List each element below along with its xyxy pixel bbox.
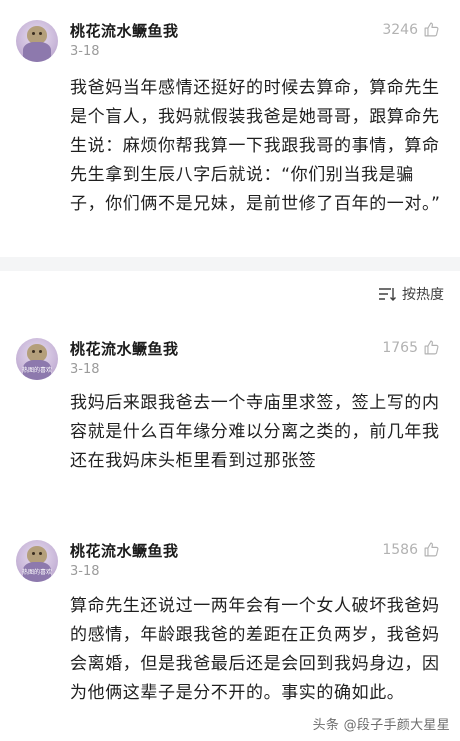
comment-item: 热图的喜欢 桃花流水鳜鱼我 3-18 1586 算命先生还说过一两年会有一个女人…	[0, 528, 460, 741]
like-count: 1586	[382, 541, 418, 558]
comment-date: 3-18	[70, 362, 100, 377]
like-button[interactable]: 1765	[382, 339, 440, 356]
avatar[interactable]: 热图的喜欢	[16, 338, 58, 380]
comment-username[interactable]: 桃花流水鳜鱼我	[70, 338, 179, 359]
like-count: 1765	[382, 339, 418, 356]
sort-label: 按热度	[402, 287, 444, 303]
comment-username[interactable]: 桃花流水鳜鱼我	[70, 20, 179, 41]
sort-lines-icon	[379, 288, 396, 301]
thumbs-up-icon	[424, 22, 439, 37]
comment-username[interactable]: 桃花流水鳜鱼我	[70, 540, 179, 561]
comment-date: 3-18	[70, 44, 100, 59]
thumbs-up-icon	[424, 340, 439, 355]
sort-by-popularity-button[interactable]: 按热度	[378, 284, 444, 304]
comment-item: 桃花流水鳜鱼我 3-18 3246 我爸妈当年感情还挺好的时候去算命，算命先生是…	[0, 0, 460, 257]
avatar[interactable]: 热图的喜欢	[16, 540, 58, 582]
thumbs-up-icon	[424, 542, 439, 557]
like-button[interactable]: 1586	[382, 541, 440, 558]
comment-text: 算命先生还说过一两年会有一个女人破坏我爸妈的感情，年龄跟我爸的差距在正负两岁，我…	[70, 596, 440, 703]
comment-date: 3-18	[70, 564, 100, 579]
comment-item: 热图的喜欢 桃花流水鳜鱼我 3-18 1765 我妈后来跟我爸去一个寺庙里求签，…	[0, 326, 460, 526]
like-button[interactable]: 3246	[382, 21, 440, 38]
comment-text: 我妈后来跟我爸去一个寺庙里求签，签上写的内容就是什么百年缘分难以分离之类的，前几…	[70, 393, 440, 471]
section-divider	[0, 257, 460, 271]
avatar[interactable]	[16, 20, 58, 62]
like-count: 3246	[382, 21, 418, 38]
watermark: 头条 @段子手颜大星星	[312, 718, 450, 733]
comment-text: 我爸妈当年感情还挺好的时候去算命，算命先生是个盲人，我妈就假装我爸是她哥哥，跟算…	[70, 78, 441, 214]
